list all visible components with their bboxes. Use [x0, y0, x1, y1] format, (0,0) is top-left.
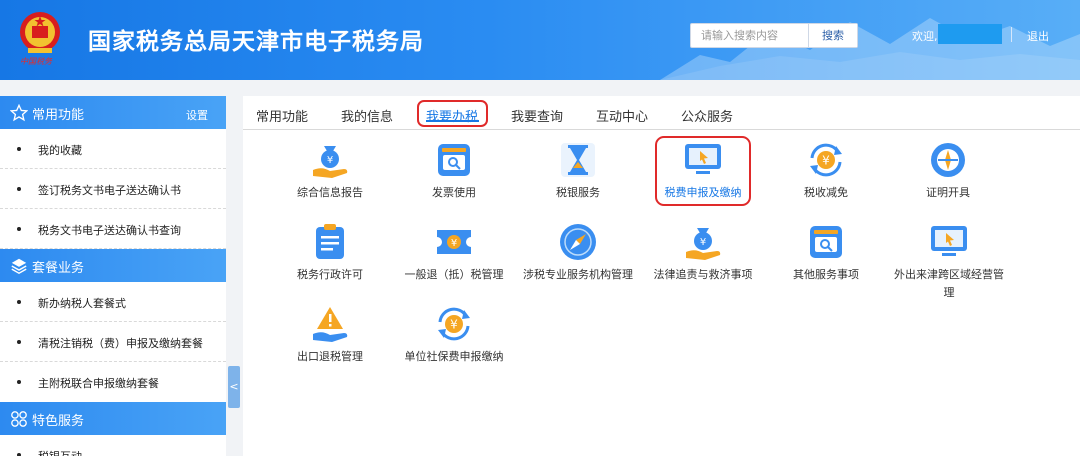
service-label: 外出来津跨区域经营管理 [894, 268, 1004, 299]
service-cross-region-operation[interactable]: 外出来津跨区域经营管理 [889, 222, 1009, 299]
active-tab-highlight [417, 100, 488, 127]
hourglass-icon [561, 143, 595, 177]
sidebar: 常用功能 设置 我的收藏 签订税务文书电子送达确认书 税务文书电子送达确认书查询… [0, 96, 226, 456]
sidebar-item-new-taxpayer[interactable]: 新办纳税人套餐式 [0, 282, 226, 322]
monitor-cursor-icon [931, 226, 967, 256]
tab-my-info[interactable]: 我的信息 [341, 106, 393, 125]
service-label: 涉税专业服务机构管理 [523, 268, 633, 281]
tab-query[interactable]: 我要查询 [511, 106, 563, 125]
sidebar-section-title: 常用功能 [32, 108, 85, 123]
sidebar-item-tax-bank[interactable]: 税银互动 [0, 435, 226, 456]
search-screen-icon [810, 226, 842, 258]
sidebar-section-common[interactable]: 常用功能 设置 [0, 96, 226, 129]
sidebar-item-label: 税务文书电子送达确认书查询 [38, 224, 181, 237]
service-label: 证明开具 [926, 186, 970, 199]
service-certificate-issue[interactable]: 证明开具 [888, 140, 1008, 210]
logout-link[interactable]: 退出 [1027, 28, 1049, 44]
grid-icon [11, 411, 27, 427]
sidebar-section-package[interactable]: 套餐业务 [0, 249, 226, 282]
svg-text:¥: ¥ [700, 237, 706, 248]
service-label: 法律追责与救济事项 [653, 268, 753, 281]
emblem-caption: 中国税务 [20, 57, 52, 66]
bullet [17, 187, 21, 191]
yuan-refresh-icon: ¥ [810, 143, 842, 177]
service-comprehensive-report[interactable]: ¥ 综合信息报告 [270, 140, 390, 210]
sidebar-item-joint-declaration[interactable]: 主附税联合申报缴纳套餐 [0, 362, 226, 402]
tab-bar: 常用功能 我的信息 我要办税 我要查询 互动中心 公众服务 [243, 96, 1080, 130]
bullet [17, 300, 21, 304]
settings-link[interactable]: 设置 [186, 107, 208, 123]
sidebar-item-deregistration[interactable]: 清税注销税（费）申报及缴纳套餐 [0, 322, 226, 362]
sidebar-section-title: 特色服务 [32, 414, 85, 429]
service-label: 发票使用 [432, 186, 476, 199]
sidebar-section-special[interactable]: 特色服务 [0, 402, 226, 435]
site-title: 国家税务总局天津市电子税务局 [88, 29, 424, 55]
sidebar-item-label: 清税注销税（费）申报及缴纳套餐 [38, 337, 203, 350]
tab-common[interactable]: 常用功能 [256, 106, 308, 125]
service-highlight-box [655, 136, 751, 206]
site-header: 中国税务 国家税务总局天津市电子税务局 搜索 欢迎, 退出 [0, 0, 1080, 80]
svg-text:¥: ¥ [451, 238, 457, 249]
clipboard-icon [316, 224, 344, 259]
search-box: 搜索 [690, 23, 858, 48]
search-button[interactable]: 搜索 [808, 24, 857, 47]
money-bag-hand-icon: ¥ [313, 146, 348, 178]
yuan-refresh-icon: ¥ [438, 307, 470, 341]
service-social-insurance[interactable]: ¥ 单位社保费申报缴纳 [394, 304, 514, 374]
sidebar-item-label: 签订税务文书电子送达确认书 [38, 184, 181, 197]
sidebar-item-label: 主附税联合申报缴纳套餐 [38, 377, 159, 390]
bullet [17, 380, 21, 384]
service-administrative-license[interactable]: 税务行政许可 [270, 222, 390, 292]
svg-text:¥: ¥ [822, 154, 830, 168]
service-tax-refund[interactable]: ¥ 一般退（抵）税管理 [394, 222, 514, 292]
username-redacted [938, 24, 1002, 44]
svg-text:¥: ¥ [450, 318, 458, 332]
service-other-matters[interactable]: 其他服务事项 [766, 222, 886, 292]
service-tax-bank[interactable]: 税银服务 [518, 140, 638, 210]
compass-icon [560, 224, 596, 260]
money-bag-hand-icon: ¥ [686, 228, 721, 260]
service-label: 综合信息报告 [297, 186, 363, 199]
yuan-ticket-icon: ¥ [437, 230, 471, 254]
search-input[interactable] [691, 24, 807, 47]
tab-interaction[interactable]: 互动中心 [596, 106, 648, 125]
sidebar-section-title: 套餐业务 [32, 261, 85, 276]
service-label: 税务行政许可 [297, 268, 363, 281]
star-icon [10, 104, 28, 122]
header-divider [1011, 27, 1012, 42]
warning-hand-icon [313, 307, 348, 342]
service-tax-reduction[interactable]: ¥ 税收减免 [766, 140, 886, 210]
service-label: 出口退税管理 [297, 350, 363, 363]
sidebar-item-sign-confirmation[interactable]: 签订税务文书电子送达确认书 [0, 169, 226, 209]
sidebar-item-label: 税银互动 [38, 448, 82, 456]
service-label: 税银服务 [556, 186, 600, 199]
bullet [17, 147, 21, 151]
bullet [17, 340, 21, 344]
service-export-refund[interactable]: 出口退税管理 [270, 304, 390, 374]
sidebar-item-confirmation-query[interactable]: 税务文书电子送达确认书查询 [0, 209, 226, 249]
invoice-screen-icon [438, 144, 470, 176]
sidebar-item-favorites[interactable]: 我的收藏 [0, 129, 226, 169]
service-professional-agencies[interactable]: 涉税专业服务机构管理 [518, 222, 638, 292]
service-label: 单位社保费申报缴纳 [404, 350, 504, 363]
service-invoice-use[interactable]: 发票使用 [394, 140, 514, 210]
service-label: 其他服务事项 [793, 268, 859, 281]
sidebar-item-label: 我的收藏 [38, 144, 82, 157]
sidebar-collapse-button[interactable]: < [228, 366, 240, 408]
certificate-compass-icon [931, 143, 965, 177]
tab-public-service[interactable]: 公众服务 [681, 106, 733, 125]
service-legal-remedies[interactable]: ¥ 法律追责与救济事项 [643, 222, 763, 292]
service-label: 税收减免 [804, 186, 848, 199]
welcome-text: 欢迎, [912, 30, 938, 43]
sidebar-item-label: 新办纳税人套餐式 [38, 297, 126, 310]
bullet [17, 227, 21, 231]
svg-text:¥: ¥ [327, 155, 333, 166]
layers-icon [11, 258, 27, 275]
service-label: 一般退（抵）税管理 [404, 268, 504, 281]
